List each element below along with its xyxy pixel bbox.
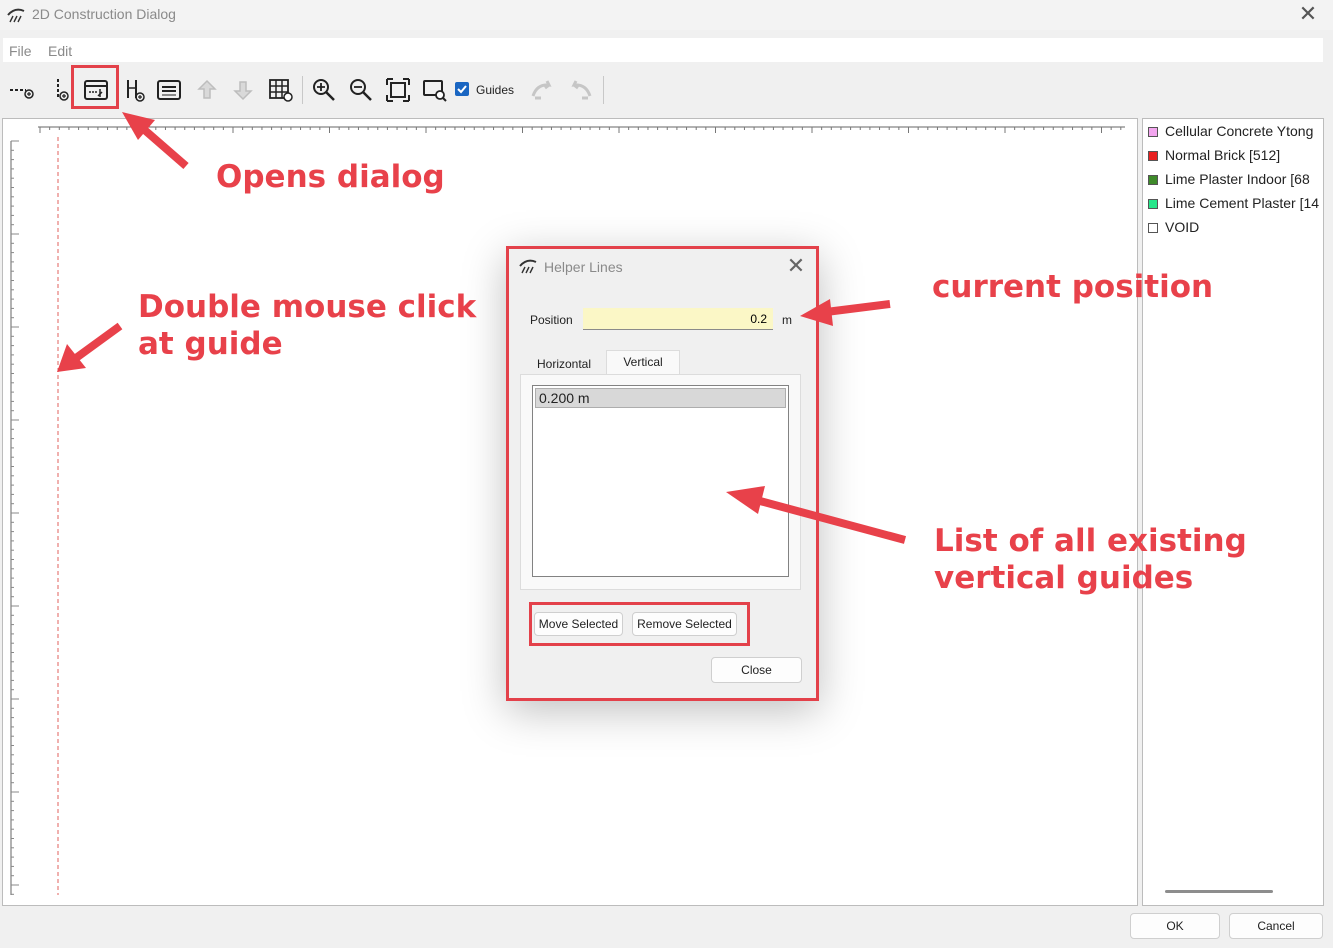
arrow-to-guide-icon <box>73 322 123 362</box>
annotation-opens-dialog: Opens dialog <box>216 159 445 195</box>
arrow-to-toolbar-icon <box>137 122 189 170</box>
annotation-arrows <box>57 112 907 544</box>
arrow-to-position-icon <box>825 300 891 316</box>
annotation-current-position: current position <box>932 269 1214 305</box>
arrow-to-list-icon <box>758 497 907 544</box>
annotation-double-click-line1: Double mouse click <box>138 289 477 325</box>
annotation-list-line2: vertical guides <box>934 560 1194 596</box>
annotation-list-line1: List of all existing <box>934 523 1247 559</box>
annotation-double-click-line2: at guide <box>138 326 283 362</box>
